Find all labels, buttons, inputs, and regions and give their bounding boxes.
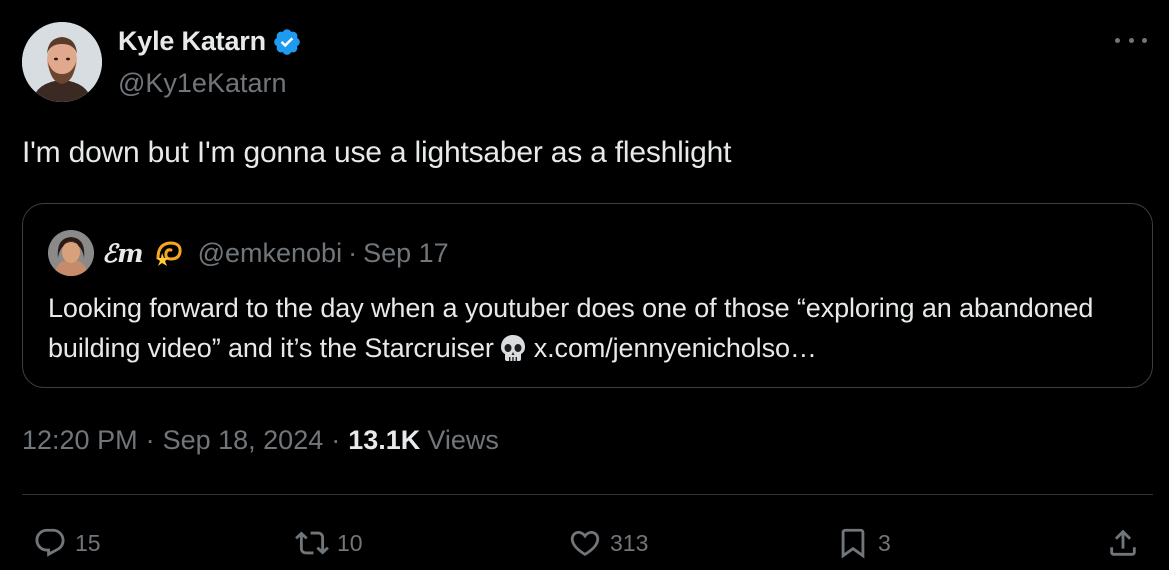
dizzy-star-icon <box>154 238 184 268</box>
author-avatar[interactable] <box>22 22 102 102</box>
tweet-meta: 12:20 PM · Sep 18, 2024 · 13.1K Views <box>22 425 499 456</box>
tweet: Kyle Katarn @Ky1eKatarn I'm down but I'm… <box>0 0 1169 570</box>
quoted-separator: · <box>348 237 358 268</box>
tweet-time[interactable]: 12:20 PM <box>22 425 138 456</box>
author-name-row: Kyle Katarn <box>118 26 302 57</box>
bookmark-icon <box>841 528 865 559</box>
meta-separator: · <box>145 425 155 455</box>
share-button[interactable] <box>1106 526 1140 560</box>
bookmark-button[interactable]: 3 <box>836 526 891 560</box>
retweet-icon <box>295 531 329 555</box>
quoted-author-avatar[interactable] <box>48 230 94 276</box>
author-handle[interactable]: @Ky1eKatarn <box>118 68 287 99</box>
divider <box>22 494 1153 495</box>
meta-separator-2: · <box>331 425 341 455</box>
quoted-link[interactable]: x.com/jennyenicholso… <box>534 333 817 363</box>
share-icon <box>1110 529 1136 556</box>
verified-badge-icon[interactable] <box>272 27 302 57</box>
reply-button[interactable]: 15 <box>33 526 101 560</box>
tweet-text: I'm down but I'm gonna use a lightsaber … <box>22 136 732 169</box>
like-button[interactable]: 313 <box>568 526 648 560</box>
quoted-tweet-card[interactable]: ℰm @emkenobi · Sep 17 Looking forward to… <box>22 203 1153 388</box>
quoted-tweet-header: ℰm @emkenobi · Sep 17 <box>48 229 449 277</box>
quoted-author-handle[interactable]: @emkenobi <box>198 238 342 269</box>
retweet-count: 10 <box>337 529 363 556</box>
bookmark-count: 3 <box>878 529 891 556</box>
like-count: 313 <box>610 529 649 556</box>
tweet-date[interactable]: Sep 18, 2024 <box>163 425 324 456</box>
quoted-date[interactable]: Sep 17 <box>363 238 449 269</box>
heart-icon <box>570 530 600 556</box>
author-name[interactable]: Kyle Katarn <box>118 26 266 57</box>
views-count: 13.1K <box>348 425 421 455</box>
reply-count: 15 <box>75 529 101 556</box>
skull-icon <box>498 333 528 363</box>
views-label: Views <box>427 425 499 455</box>
more-options-icon[interactable] <box>1115 30 1147 50</box>
reply-icon <box>35 528 65 557</box>
retweet-button[interactable]: 10 <box>295 526 363 560</box>
quoted-author-name[interactable]: ℰm <box>102 239 144 268</box>
quoted-tweet-text: Looking forward to the day when a youtub… <box>48 288 1128 368</box>
